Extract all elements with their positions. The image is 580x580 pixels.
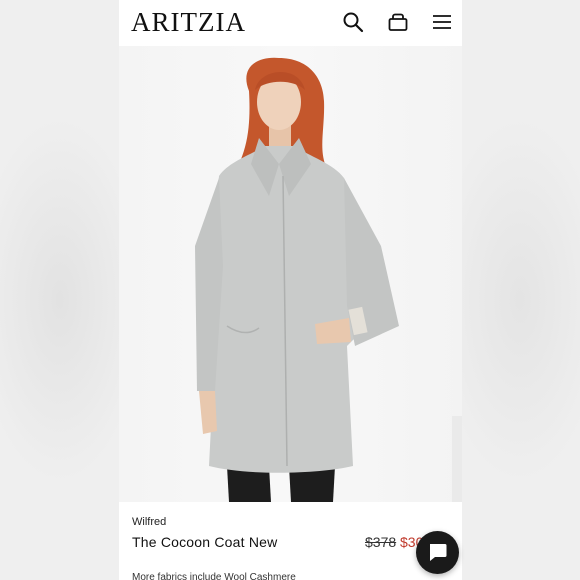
brand-logo[interactable]: ARITZIA [131, 6, 246, 38]
original-price: $378 [365, 534, 397, 550]
product-image[interactable] [119, 46, 462, 502]
chat-button[interactable] [416, 531, 459, 574]
product-name[interactable]: The Cocoon Coat New [132, 534, 277, 550]
bag-icon[interactable] [386, 10, 410, 34]
model-in-coat-illustration [195, 57, 462, 502]
menu-icon[interactable] [430, 10, 454, 34]
product-info: Wilfred The Cocoon Coat New $378 $30 Mor… [119, 502, 462, 580]
phone-screen: ARITZIA Wilfred The Cocoon Coat New $378… [119, 0, 462, 580]
chat-bubble-icon [430, 544, 447, 561]
search-icon[interactable] [341, 10, 365, 34]
site-header: ARITZIA [119, 0, 462, 46]
more-fabrics-note[interactable]: More fabrics include Wool Cashmere [132, 572, 296, 580]
product-brand[interactable]: Wilfred [132, 516, 166, 528]
